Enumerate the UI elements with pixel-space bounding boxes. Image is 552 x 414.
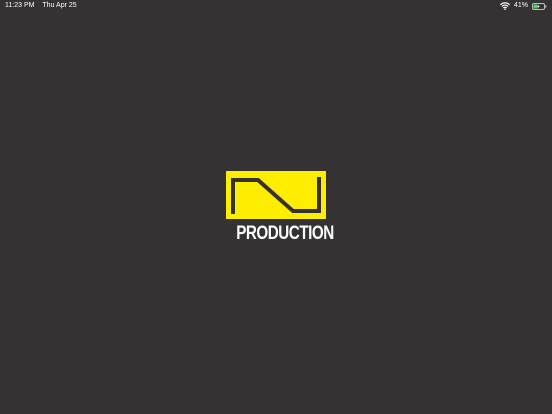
n-production-logo-mark — [226, 171, 326, 219]
logo-wordmark: PRODUCTION — [236, 222, 334, 244]
splash-logo: PRODUCTION — [225, 171, 334, 247]
status-time: 11:23 PM — [5, 2, 35, 9]
wifi-icon — [499, 2, 510, 10]
status-date: Thu Apr 25 — [42, 2, 77, 9]
battery-charging-icon — [532, 2, 547, 10]
battery-level-fill — [533, 4, 538, 8]
battery-percent: 41% — [513, 2, 528, 9]
status-bar-right: 41% — [499, 0, 547, 12]
status-bar: 11:23 PM Thu Apr 25 41% — [0, 0, 552, 12]
status-bar-left: 11:23 PM Thu Apr 25 — [5, 0, 77, 12]
